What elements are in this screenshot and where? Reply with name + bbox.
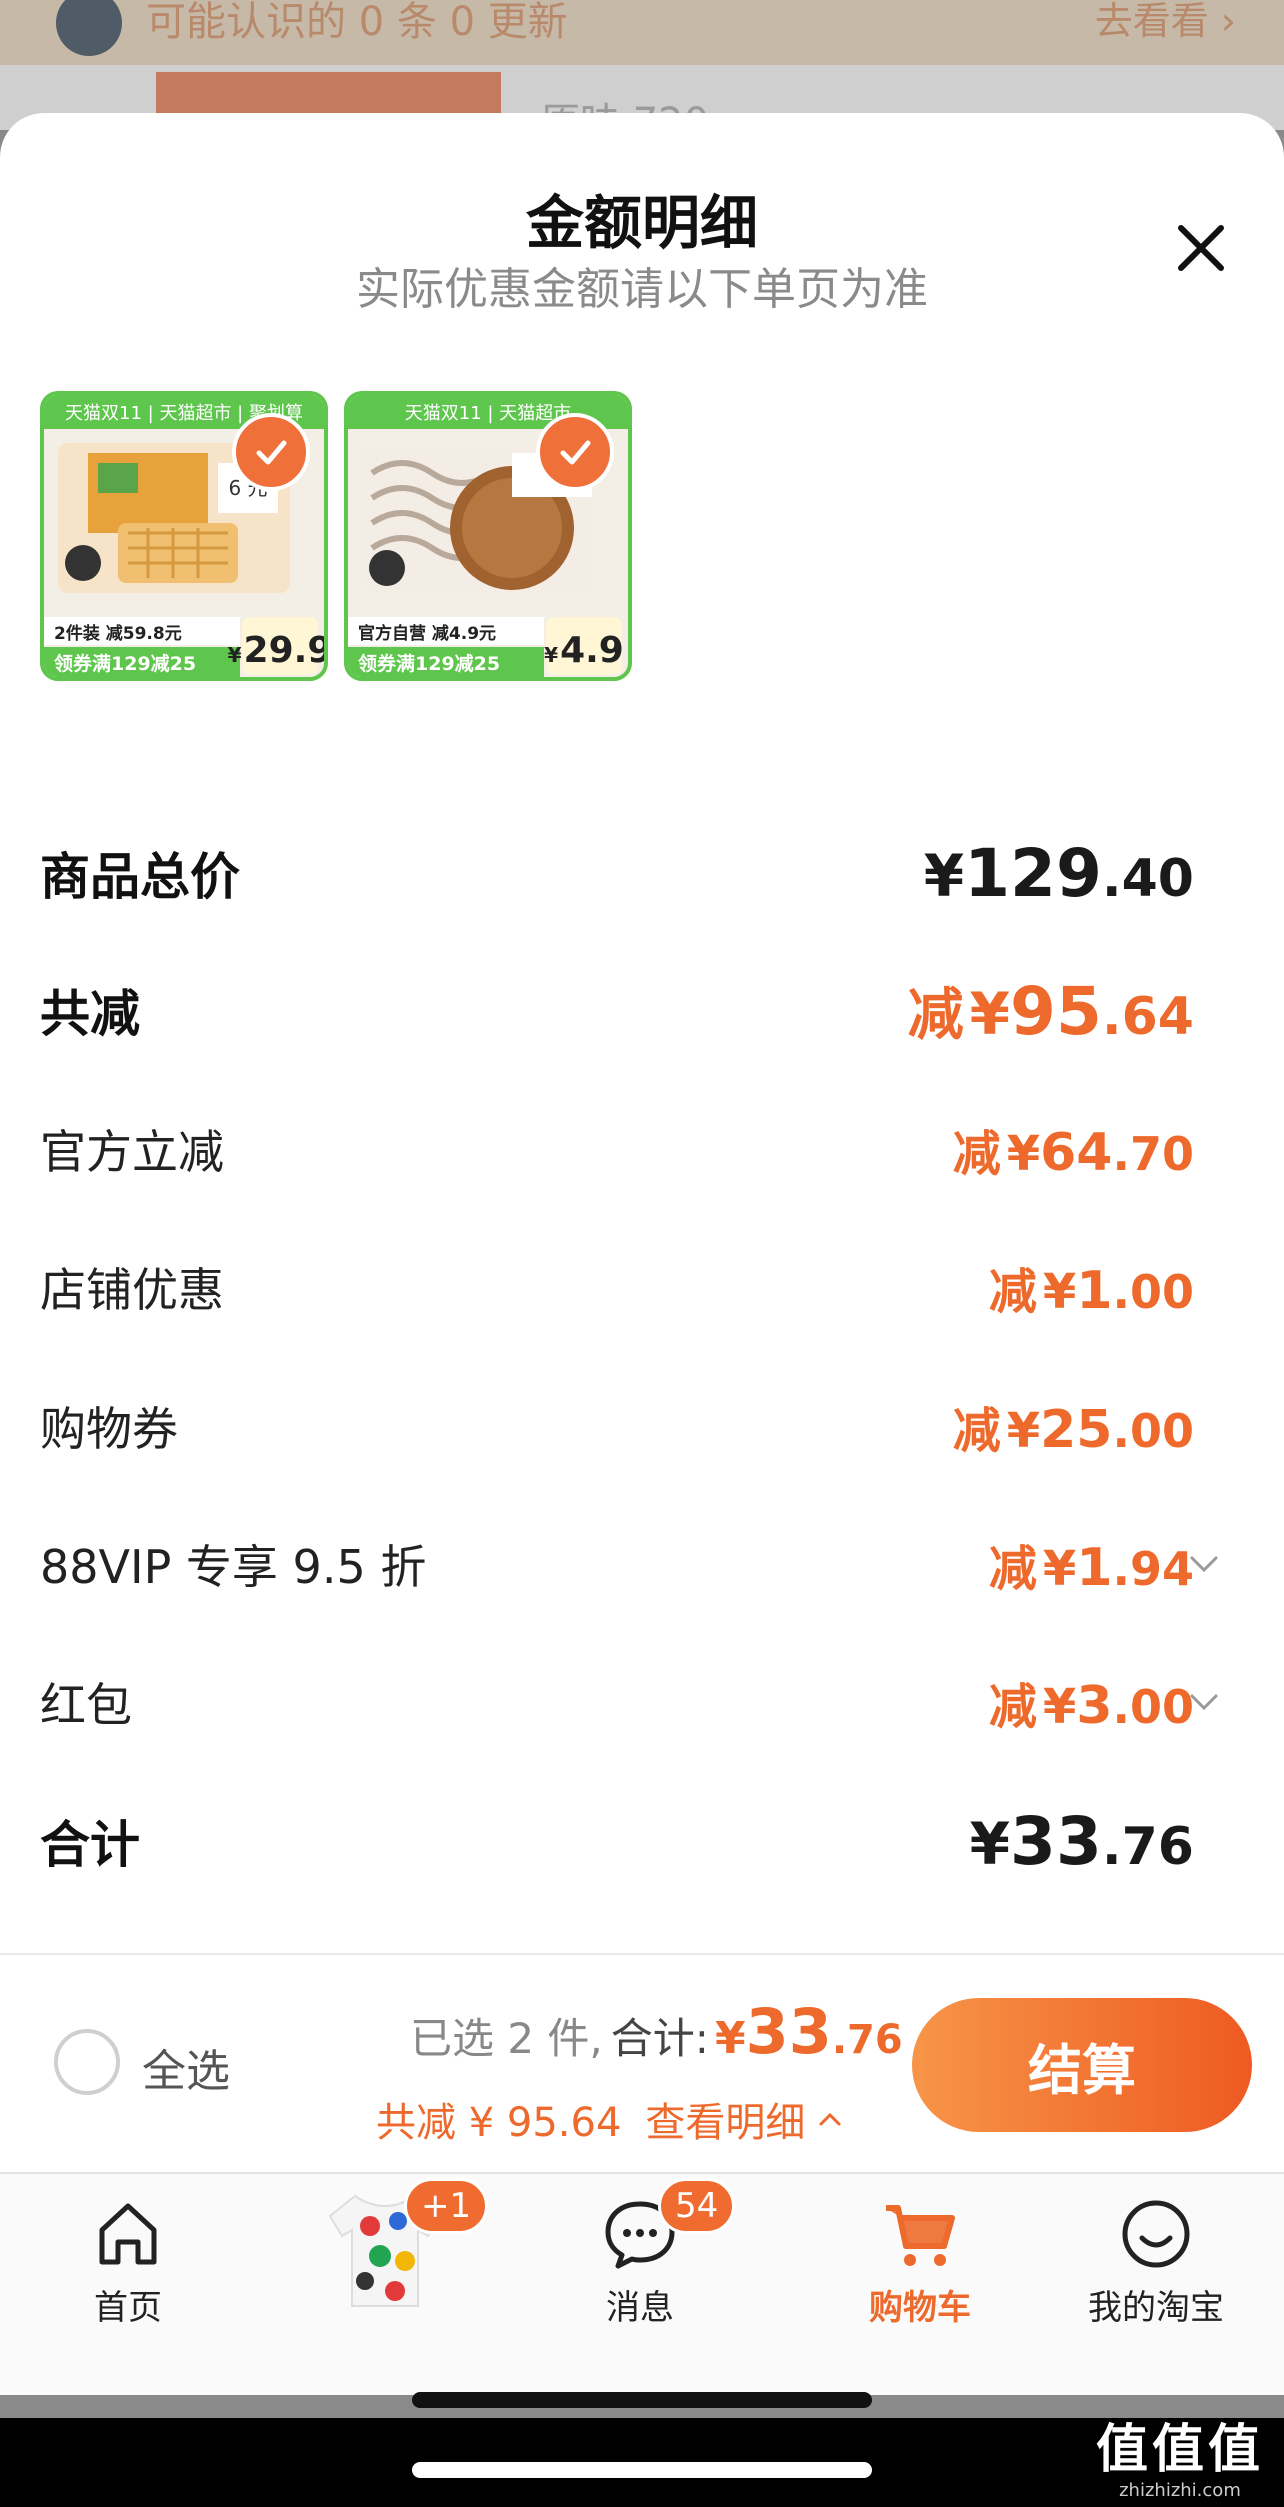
row-label: 共减 (40, 985, 140, 1043)
amount-detail-sheet: 金额明细 实际优惠金额请以下单页为准 天猫双11 | 天猫超市 | 聚划算 6 … (0, 113, 1284, 2395)
saved-text: 共减 ¥ 95.64 (376, 2100, 622, 2146)
tab-label: 我的淘宝 (1088, 2288, 1224, 2328)
tab-home[interactable]: 首页 (28, 2194, 228, 2344)
tab-label: 首页 (94, 2288, 162, 2328)
row-label: 88VIP 专享 9.5 折 (40, 1540, 427, 1594)
row-label: 购物券 (40, 1402, 178, 1456)
close-icon (1178, 225, 1224, 271)
row-value: ¥33.76 (969, 1802, 1194, 1880)
home-icon (99, 2203, 157, 2265)
row-shop-discount: 店铺优惠 减 ¥1.00 (40, 1247, 1194, 1327)
chevron-up-icon (819, 2112, 841, 2126)
selected-count: 已选 2 件, (410, 2014, 603, 2063)
checkout-button[interactable]: 结算 (912, 1998, 1252, 2132)
tab-bar: 首页 消息 购物车 我的淘宝 (0, 2172, 1284, 2395)
product-selected-check[interactable] (536, 413, 614, 491)
product-card[interactable]: 天猫双11 | 天猫超市 官方自营 减4.9元 领券满129减25 ¥4.9 (344, 391, 632, 681)
product-promo: 官方自营 减4.9元 (348, 617, 544, 645)
tab-my-taobao[interactable]: 我的淘宝 (1056, 2194, 1256, 2344)
view-detail-link[interactable]: 共减 ¥ 95.64 查看明细 (376, 2090, 845, 2148)
background-banner-link: 去看看 › (1094, 0, 1236, 43)
select-all-label[interactable]: 全选 (142, 2035, 230, 2099)
tab-cart[interactable]: 购物车 (820, 2194, 1020, 2344)
sheet-title: 金额明细 (525, 189, 758, 257)
product-card[interactable]: 天猫双11 | 天猫超市 | 聚划算 6 元 2件装 减59.8元 领券满129… (40, 391, 328, 681)
tab-label: 购物车 (869, 2288, 971, 2328)
row-red-packet[interactable]: 红包 减 ¥3.00 (40, 1662, 1218, 1742)
select-all-radio[interactable] (54, 2029, 120, 2095)
row-label: 红包 (40, 1678, 132, 1732)
total-yen: ¥ (714, 2013, 746, 2064)
total-label: 合计: (610, 2014, 709, 2063)
messages-badge: 54 (658, 2178, 736, 2234)
smile-icon (1122, 2200, 1190, 2268)
check-icon (256, 440, 287, 465)
cart-icon (886, 2205, 955, 2266)
row-value: 减 ¥3.00 (988, 1676, 1194, 1736)
check-icon (560, 440, 591, 465)
row-value: 减 ¥1.00 (988, 1261, 1194, 1321)
background-banner-text: 可能认识的 0 条 0 更新 (146, 0, 568, 45)
row-shopping-coupon: 购物券 减 ¥25.00 (40, 1386, 1194, 1466)
row-value: 减 ¥1.94 (988, 1538, 1194, 1598)
close-button[interactable] (1166, 213, 1236, 283)
product-coupon: 领券满129减25 (44, 647, 240, 677)
product-coupon: 领券满129减25 (348, 647, 544, 677)
row-value: 减 ¥64.70 (952, 1123, 1194, 1183)
product-selected-check[interactable] (232, 413, 310, 491)
item-badge: +1 (404, 2178, 489, 2234)
avatar (56, 0, 122, 56)
home-indicator-secondary (412, 2462, 872, 2478)
row-total-price: 商品总价 ¥129.40 (40, 833, 1194, 913)
row-label: 商品总价 (40, 848, 240, 906)
row-label: 合计 (40, 1816, 140, 1874)
row-value: ¥129.40 (923, 834, 1194, 912)
total-int: 33 (745, 1995, 832, 2068)
watermark: 值值值 zhizhizhi.com (1095, 2420, 1264, 2501)
checkout-bar: 全选 已选 2 件, 合计: ¥ 33 .76 共减 ¥ 95.64 查看明细 … (0, 1955, 1284, 2175)
product-promo: 2件装 减59.8元 (44, 617, 240, 645)
background-page: 可能认识的 0 条 0 更新 去看看 › 原味·720g (0, 0, 1284, 130)
chevron-down-icon[interactable] (1186, 1546, 1222, 1582)
selected-summary: 已选 2 件, 合计: ¥ 33 .76 (410, 1995, 903, 2068)
total-dec: .76 (831, 2017, 903, 2063)
row-value: 减 ¥95.64 (907, 972, 1194, 1050)
row-label: 官方立减 (40, 1125, 224, 1179)
row-official-discount: 官方立减 减 ¥64.70 (40, 1109, 1194, 1189)
product-price: ¥4.9 (544, 617, 624, 675)
tab-label: 消息 (606, 2288, 674, 2328)
row-value: 减 ¥25.00 (952, 1400, 1194, 1460)
row-label: 店铺优惠 (40, 1263, 224, 1317)
product-price: ¥29.9 (228, 617, 324, 675)
row-88vip-discount[interactable]: 88VIP 专享 9.5 折 减 ¥1.94 (40, 1524, 1218, 1604)
view-detail-label: 查看明细 (645, 2100, 806, 2146)
row-total-saved: 共减 减 ¥95.64 (40, 970, 1194, 1050)
sheet-subtitle: 实际优惠金额请以下单页为准 (356, 264, 928, 315)
background-banner: 可能认识的 0 条 0 更新 去看看 › (0, 0, 1284, 65)
chevron-down-icon[interactable] (1186, 1684, 1222, 1720)
home-indicator (412, 2392, 872, 2408)
row-sum: 合计 ¥33.76 (40, 1801, 1194, 1881)
